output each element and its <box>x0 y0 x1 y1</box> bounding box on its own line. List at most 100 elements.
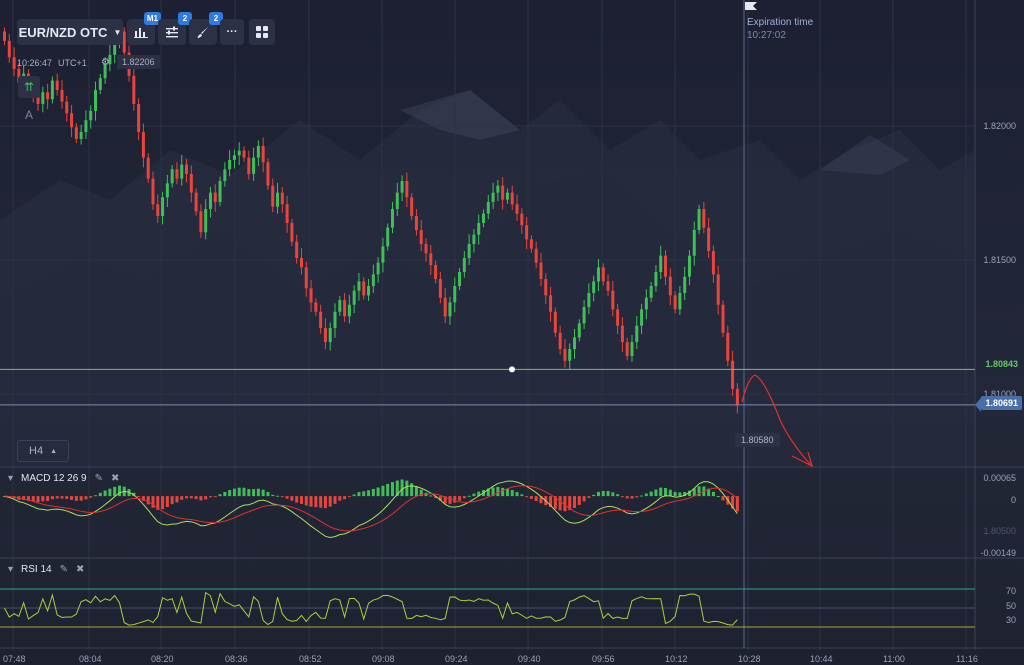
indicators-button[interactable]: 2 <box>158 12 192 45</box>
candle-body <box>218 180 222 202</box>
macd-histogram-bar <box>309 496 313 507</box>
candle-body <box>510 192 514 205</box>
chart-type-button[interactable]: M1 <box>127 12 161 45</box>
macd-histogram-bar <box>299 496 303 504</box>
macd-histogram-bar <box>587 496 591 498</box>
macd-histogram-bar <box>261 489 265 497</box>
macd-histogram-bar <box>510 490 514 497</box>
sliders-icon <box>166 26 178 38</box>
macd-histogram-bar <box>189 496 193 499</box>
macd-histogram-bar <box>462 496 466 499</box>
candle-body <box>55 80 59 90</box>
macd-title: ▾ MACD 12 26 9 ✎ ✖ <box>8 473 119 484</box>
macd-histogram-bar <box>280 496 284 498</box>
macd-histogram-bar <box>41 496 45 502</box>
macd-histogram-bar <box>199 496 203 501</box>
candle-body <box>65 101 69 114</box>
close-icon[interactable]: ✖ <box>111 473 119 484</box>
macd-histogram-bar <box>611 492 615 497</box>
time-axis-label: 08:04 <box>79 654 102 664</box>
collapse-icon[interactable]: ▾ <box>8 473 13 484</box>
server-clock: 10:26:47 UTC+1 ⚙ <box>17 57 110 68</box>
chart-canvas[interactable] <box>0 0 1024 665</box>
candle-body <box>410 197 414 216</box>
macd-label: MACD 12 26 9 <box>21 473 87 484</box>
macd-histogram-bar <box>232 488 236 497</box>
candle-body <box>84 120 88 132</box>
candle-body <box>266 162 270 186</box>
candle-body <box>486 201 490 214</box>
candle-body <box>362 281 366 296</box>
candle-body <box>668 276 672 296</box>
macd-histogram-bar <box>525 496 529 498</box>
candle-body <box>175 169 179 179</box>
candle-body <box>654 272 658 287</box>
candle-body <box>525 225 529 240</box>
more-icon: ··· <box>226 26 238 38</box>
macd-histogram-bar <box>505 488 509 497</box>
candle-body <box>458 272 462 287</box>
candle-body <box>376 262 380 275</box>
candle-body <box>587 293 591 308</box>
macd-histogram-bar <box>414 486 418 497</box>
candle-body <box>711 251 715 275</box>
time-axis-label: 10:12 <box>665 654 688 664</box>
candle-body <box>687 255 691 277</box>
candle-body <box>568 349 572 361</box>
macd-axis-label: 1.80500 <box>983 526 1016 536</box>
layout-button[interactable] <box>249 19 275 45</box>
macd-histogram-bar <box>582 496 586 502</box>
macd-histogram-bar <box>228 490 232 497</box>
drawings-button[interactable]: 2 <box>189 12 223 45</box>
macd-histogram-bar <box>242 487 246 497</box>
macd-histogram-bar <box>347 496 351 498</box>
rsi-title: ▾ RSI 14 ✎ ✖ <box>8 564 84 575</box>
candle-body <box>314 302 318 312</box>
double-arrow-up-icon[interactable]: ⇈ <box>18 76 40 98</box>
macd-histogram-bar <box>673 491 677 497</box>
clock-time: 10:26:47 <box>17 57 53 68</box>
price-axis-label: 1.81500 <box>983 255 1016 265</box>
candle-body <box>678 293 682 310</box>
auto-scale-button[interactable]: A <box>18 104 40 126</box>
macd-histogram-bar <box>319 496 323 508</box>
candle-body <box>319 311 323 329</box>
macd-histogram-bar <box>515 492 519 497</box>
candle-body <box>228 159 232 170</box>
timeframe-label: H4 <box>29 445 44 457</box>
candle-body <box>534 248 538 263</box>
macd-histogram-bar <box>529 496 533 499</box>
candle-body <box>390 208 394 228</box>
close-icon[interactable]: ✖ <box>76 564 84 575</box>
pencil-icon[interactable]: ✎ <box>95 473 103 484</box>
collapse-icon[interactable]: ▾ <box>8 564 13 575</box>
candle-body <box>582 307 586 324</box>
candle-body <box>347 304 351 317</box>
candle-body <box>735 388 739 406</box>
macd-histogram-bar <box>448 496 452 504</box>
candle-body <box>563 349 567 361</box>
macd-histogram-bar <box>60 496 64 499</box>
macd-histogram-bar <box>352 494 356 497</box>
macd-histogram-bar <box>338 496 342 501</box>
candle-body <box>74 127 78 139</box>
candle-body <box>290 222 294 242</box>
gear-icon[interactable]: ⚙ <box>101 57 110 68</box>
macd-histogram-bar <box>175 496 179 503</box>
candle-body <box>405 180 409 198</box>
asset-selector-button[interactable]: EUR/NZD OTC ▼ <box>17 19 123 45</box>
candle-body <box>429 253 433 266</box>
time-axis-label: 11:00 <box>883 654 905 664</box>
macd-histogram-bar <box>644 493 648 497</box>
candle-body <box>50 80 54 100</box>
rsi-axis-label: 30 <box>1005 615 1016 625</box>
more-options-button[interactable]: ··· <box>220 19 244 45</box>
candle-body <box>673 295 677 310</box>
pencil-icon[interactable]: ✎ <box>60 564 68 575</box>
macd-histogram-bar <box>678 492 682 497</box>
timeframe-selector[interactable]: H4 ▲ <box>17 440 69 462</box>
macd-histogram-bar <box>721 496 725 501</box>
candle-body <box>400 180 404 193</box>
macd-histogram-bar <box>266 491 270 497</box>
macd-histogram-bar <box>170 496 174 505</box>
